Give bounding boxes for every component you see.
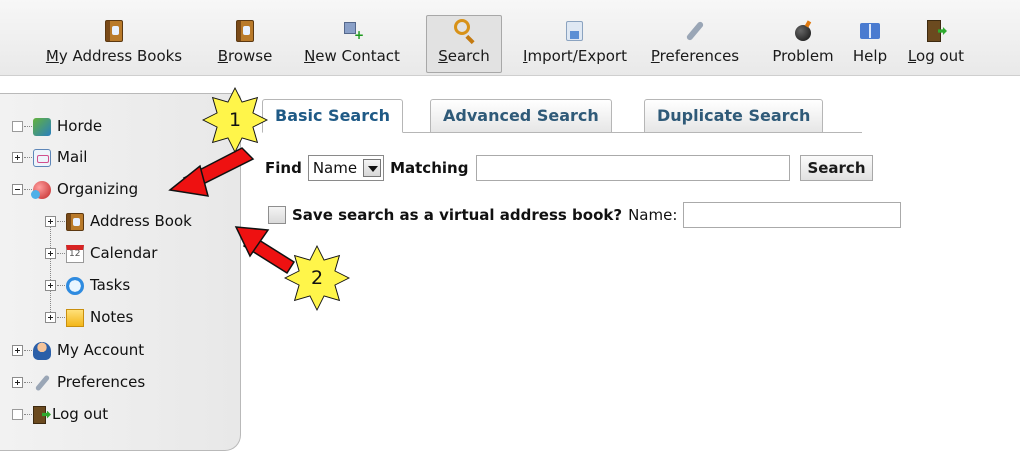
annotation-number-2: 2 [310, 267, 324, 289]
annotation-arrows [168, 147, 296, 275]
annotation-number-1: 1 [228, 109, 242, 131]
annotation-arrow-1 [168, 147, 255, 197]
